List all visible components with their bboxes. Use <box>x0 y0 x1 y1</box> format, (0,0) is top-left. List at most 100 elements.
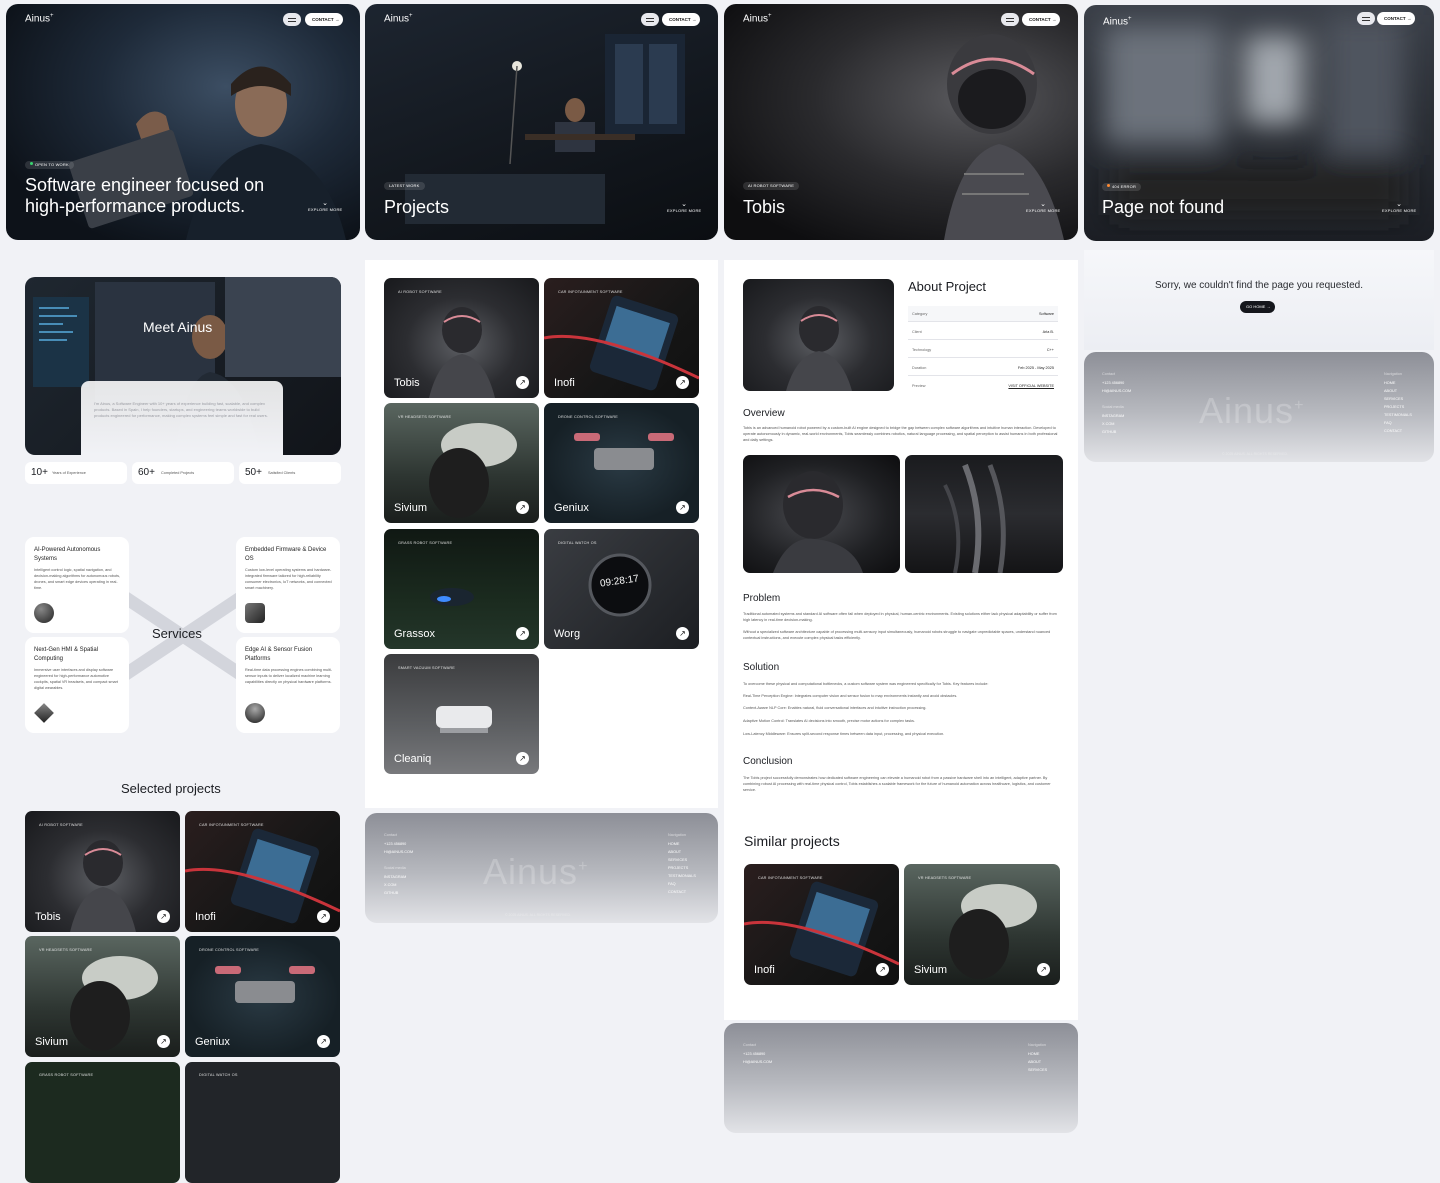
solution-item: Context-Aware NLP Core: Enables natural,… <box>743 706 927 710</box>
arrow-up-right-icon[interactable]: ↗ <box>876 963 889 976</box>
gallery-image-1 <box>743 455 900 573</box>
footer-nav-home[interactable]: HOME <box>668 842 679 846</box>
similar-card-sivium[interactable]: VR HEADSETS SOFTWARE Sivium ↗ <box>904 864 1060 985</box>
tobis-detail-image <box>943 463 1006 573</box>
footer-nav-contact[interactable]: CONTACT <box>668 890 686 894</box>
project-card-sivium[interactable]: VR HEADSETS SOFTWARE Sivium ↗ <box>384 403 539 523</box>
sphere-icon <box>34 603 54 623</box>
footer-email[interactable]: HI@AINUS.COM <box>384 850 413 854</box>
contact-button[interactable]: CONTACT → <box>1377 12 1416 25</box>
project-card-geniux[interactable]: DRONE CONTROL SOFTWARE Geniux ↗ <box>544 403 699 523</box>
menu-button[interactable] <box>641 13 659 26</box>
arrow-up-right-icon[interactable]: ↗ <box>516 376 529 389</box>
footer-nav-testimonials[interactable]: TESTIMONIALS <box>1384 413 1412 417</box>
brand-logo[interactable]: Ainus+ <box>743 13 772 24</box>
visit-website-link[interactable]: VISIT OFFICIAL WEBSITE <box>1008 384 1054 388</box>
about-section: Meet Ainus I'm Ainus, a Software Enginee… <box>25 277 341 455</box>
footer-social-x[interactable]: X.COM <box>1102 422 1114 426</box>
footer-nav-services[interactable]: SERVICES <box>1384 397 1403 401</box>
footer-social-github[interactable]: GITHUB <box>1102 430 1116 434</box>
arrow-up-right-icon[interactable]: ↗ <box>317 910 330 923</box>
footer-nav-projects[interactable]: PROJECTS <box>1384 405 1404 409</box>
service-card-firmware: Embedded Firmware & Device OS Custom low… <box>236 537 340 633</box>
project-info-table: Category Software Client Arla B. Technolog… <box>908 306 1058 392</box>
chip-icon <box>245 603 265 623</box>
footer-nav-about[interactable]: ABOUT <box>1028 1060 1041 1064</box>
footer-nav-services[interactable]: SERVICES <box>668 858 687 862</box>
project-card-inofi[interactable]: CAR INFOTAINMENT SOFTWARE Inofi ↗ <box>185 811 340 932</box>
project-card-grassox[interactable]: GRASS ROBOT SOFTWARE Grassox ↗ <box>384 529 539 649</box>
project-card-worg[interactable]: 09:28:17 DIGITAL WATCH OS Worg ↗ <box>544 529 699 649</box>
hero-title: Tobis <box>743 197 786 217</box>
menu-button[interactable] <box>1001 13 1019 26</box>
footer-nav-projects[interactable]: PROJECTS <box>668 866 688 870</box>
go-home-button[interactable]: GO HOME → <box>1240 301 1276 313</box>
footer-social-instagram[interactable]: INSTAGRAM <box>384 875 406 879</box>
footer-phone[interactable]: +123 456890 <box>1102 381 1124 385</box>
project-card-cleaniq[interactable]: SMART VACUUM SOFTWARE Cleaniq ↗ <box>384 654 539 774</box>
project-card-inofi[interactable]: CAR INFOTAINMENT SOFTWARE Inofi ↗ <box>544 278 699 398</box>
footer-copyright: © 2025 AINUS. ALL RIGHTS RESERVED. <box>505 913 571 917</box>
about-bio-card: I'm Ainus, a Software Engineer with 10+ … <box>81 381 283 455</box>
footer-nav-services[interactable]: SERVICES <box>1028 1068 1047 1072</box>
conclusion-text: The Tobis project successfully demonstra… <box>743 776 1051 793</box>
explore-more-link[interactable]: ⌄ EXPLORE MORE <box>667 201 701 213</box>
brand-logo[interactable]: Ainus+ <box>1103 16 1132 27</box>
project-card-geniux[interactable]: DRONE CONTROL SOFTWARE Geniux ↗ <box>185 936 340 1057</box>
orb-icon <box>245 703 265 723</box>
footer-email[interactable]: HI@AINUS.COM <box>743 1060 772 1064</box>
service-card-autonomous: AI-Powered Autonomous Systems Intelligen… <box>25 537 129 633</box>
explore-more-link[interactable]: ⌄ EXPLORE MORE <box>308 200 342 212</box>
arrow-up-right-icon[interactable]: ↗ <box>317 1035 330 1048</box>
footer-nav-testimonials[interactable]: TESTIMONIALS <box>668 874 696 878</box>
arrow-up-right-icon[interactable]: ↗ <box>516 752 529 765</box>
project-card-grassox[interactable]: GRASS ROBOT SOFTWARE <box>25 1062 180 1183</box>
brand-logo[interactable]: Ainus+ <box>384 13 413 24</box>
arrow-up-right-icon[interactable]: ↗ <box>157 910 170 923</box>
menu-button[interactable] <box>1357 12 1375 25</box>
brand-logo[interactable]: Ainus+ <box>25 13 54 24</box>
open-to-work-badge: OPEN TO WORK <box>25 161 74 169</box>
footer-nav-about[interactable]: ABOUT <box>668 850 681 854</box>
contact-button[interactable]: CONTACT → <box>1022 13 1061 26</box>
footer-nav-faq[interactable]: FAQ <box>668 882 676 886</box>
footer-social-github[interactable]: GITHUB <box>384 891 398 895</box>
menu-button[interactable] <box>283 13 301 26</box>
arrow-up-right-icon[interactable]: ↗ <box>676 501 689 514</box>
contact-button[interactable]: CONTACT → <box>305 13 344 26</box>
footer-nav-about[interactable]: ABOUT <box>1384 389 1397 393</box>
arrow-up-right-icon[interactable]: ↗ <box>676 627 689 640</box>
project-card-tobis[interactable]: AI ROBOT SOFTWARE Tobis ↗ <box>384 278 539 398</box>
selected-projects-title: Selected projects <box>121 781 221 796</box>
arrow-up-right-icon[interactable]: ↗ <box>157 1035 170 1048</box>
overview-title: Overview <box>743 408 785 419</box>
arrow-up-right-icon[interactable]: ↗ <box>516 501 529 514</box>
footer: Contact +123 456890 HI@AINUS.COM Social … <box>1084 352 1434 462</box>
contact-button[interactable]: CONTACT → <box>662 13 701 26</box>
explore-more-link[interactable]: ⌄ EXPLORE MORE <box>1026 201 1060 213</box>
footer-nav-faq[interactable]: FAQ <box>1384 421 1392 425</box>
hero-tobis: Ainus+ CONTACT → AI ROBOT SOFTWARE Tobis… <box>724 4 1078 240</box>
footer-nav-contact[interactable]: CONTACT <box>1384 429 1402 433</box>
footer-social-instagram[interactable]: INSTAGRAM <box>1102 414 1124 418</box>
footer-social-x[interactable]: X.COM <box>384 883 396 887</box>
hero-title: Page not found <box>1102 197 1225 217</box>
error-badge: 404 ERROR <box>1102 183 1142 191</box>
not-found-panel <box>1084 250 1434 350</box>
footer-nav-home[interactable]: HOME <box>1028 1052 1039 1056</box>
footer-phone[interactable]: +123 456890 <box>743 1052 765 1056</box>
arrow-up-right-icon[interactable]: ↗ <box>1037 963 1050 976</box>
explore-more-link[interactable]: ⌄ EXPLORE MORE <box>1382 201 1416 213</box>
not-found-message: Sorry, we couldn't find the page you req… <box>1155 280 1363 291</box>
arrow-up-right-icon[interactable]: ↗ <box>516 627 529 640</box>
similar-card-inofi[interactable]: CAR INFOTAINMENT SOFTWARE Inofi ↗ <box>744 864 899 985</box>
project-card-tobis[interactable]: AI ROBOT SOFTWARE Tobis ↗ <box>25 811 180 932</box>
stat-clients: 50+ Satisfied Clients <box>239 462 341 484</box>
project-card-sivium[interactable]: VR HEADSETS SOFTWARE Sivium ↗ <box>25 936 180 1057</box>
project-card-worg[interactable]: DIGITAL WATCH OS <box>185 1062 340 1183</box>
footer-nav-home[interactable]: HOME <box>1384 381 1395 385</box>
footer-phone[interactable]: +123 456890 <box>384 842 406 846</box>
stat-years: 10+ Years of Experience <box>25 462 127 484</box>
arrow-up-right-icon[interactable]: ↗ <box>676 376 689 389</box>
footer-email[interactable]: HI@AINUS.COM <box>1102 389 1131 393</box>
